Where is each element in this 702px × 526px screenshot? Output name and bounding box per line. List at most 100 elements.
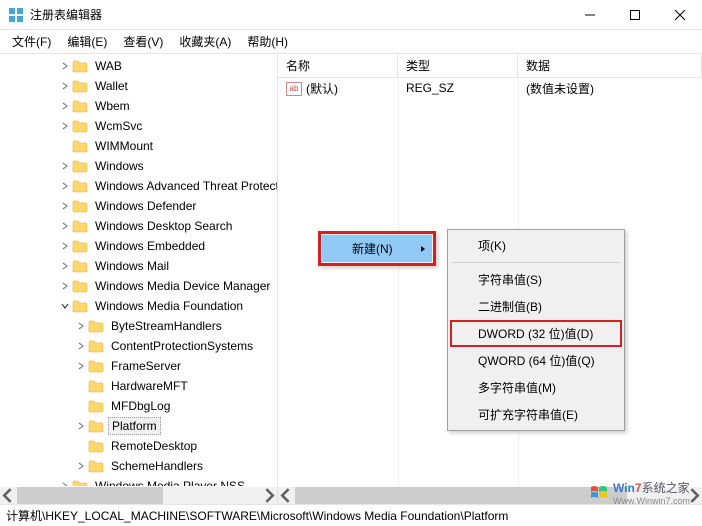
- chevron-down-icon[interactable]: [58, 299, 72, 313]
- value-name-cell: ab(默认): [278, 78, 398, 99]
- chevron-right-icon[interactable]: [74, 419, 88, 433]
- context-item[interactable]: 项(K): [450, 232, 622, 259]
- column-name[interactable]: 名称: [278, 54, 398, 77]
- context-menu-new: 新建(N): [318, 231, 436, 266]
- chevron-right-icon: [74, 379, 88, 393]
- folder-icon: [72, 219, 88, 233]
- tree-item-label: Windows Mail: [92, 258, 172, 274]
- folder-icon: [72, 259, 88, 273]
- chevron-right-icon[interactable]: [74, 319, 88, 333]
- windows-logo-icon: [589, 484, 609, 502]
- tree-item[interactable]: WcmSvc: [0, 116, 277, 136]
- tree-item[interactable]: Windows Embedded: [0, 236, 277, 256]
- tree-item[interactable]: SchemeHandlers: [0, 456, 277, 476]
- context-item[interactable]: DWORD (32 位)值(D): [450, 320, 622, 347]
- context-item[interactable]: 字符串值(S): [450, 266, 622, 293]
- list-body[interactable]: ab(默认) REG_SZ (数值未设置): [278, 78, 702, 98]
- window-controls: [567, 0, 702, 29]
- list-row[interactable]: ab(默认) REG_SZ (数值未设置): [278, 78, 702, 98]
- tree-item[interactable]: Windows Media Player NSS: [0, 476, 277, 486]
- tree-item-label: Platform: [108, 417, 161, 435]
- tree-item[interactable]: WAB: [0, 56, 277, 76]
- tree-item[interactable]: Windows Advanced Threat Protection: [0, 176, 277, 196]
- context-item-new[interactable]: 新建(N): [322, 235, 432, 262]
- chevron-right-icon[interactable]: [58, 199, 72, 213]
- tree-item-label: ContentProtectionSystems: [108, 338, 256, 354]
- tree-item-label: WIMMount: [92, 138, 156, 154]
- tree-item[interactable]: ContentProtectionSystems: [0, 336, 277, 356]
- context-item-label: 新建(N): [352, 242, 393, 256]
- scroll-track[interactable]: [17, 487, 260, 504]
- tree-item[interactable]: Wbem: [0, 96, 277, 116]
- tree-scrollbar-horizontal[interactable]: [0, 487, 277, 504]
- folder-icon: [72, 299, 88, 313]
- context-item[interactable]: QWORD (64 位)值(Q): [450, 347, 622, 374]
- folder-icon: [88, 419, 104, 433]
- tree-item[interactable]: Platform: [0, 416, 277, 436]
- context-item[interactable]: 可扩充字符串值(E): [450, 401, 622, 428]
- tree-item-label: Windows Media Foundation: [92, 298, 246, 314]
- menu-help[interactable]: 帮助(H): [239, 30, 296, 53]
- menu-view[interactable]: 查看(V): [115, 30, 171, 53]
- registry-tree[interactable]: WABWalletWbemWcmSvcWIMMountWindowsWindow…: [0, 54, 277, 486]
- chevron-right-icon[interactable]: [58, 179, 72, 193]
- chevron-right-icon[interactable]: [58, 239, 72, 253]
- chevron-right-icon[interactable]: [58, 259, 72, 273]
- folder-icon: [72, 239, 88, 253]
- scroll-right-button[interactable]: [260, 487, 277, 504]
- chevron-right-icon[interactable]: [74, 359, 88, 373]
- folder-icon: [72, 479, 88, 486]
- tree-item[interactable]: Windows: [0, 156, 277, 176]
- column-data[interactable]: 数据: [518, 54, 702, 77]
- folder-icon: [88, 339, 104, 353]
- chevron-right-icon[interactable]: [58, 219, 72, 233]
- tree-item[interactable]: ByteStreamHandlers: [0, 316, 277, 336]
- tree-item-label: WAB: [92, 58, 125, 74]
- tree-item-label: Windows Media Device Manager: [92, 278, 273, 294]
- watermark-text: Win7系统之家 Www.Winwin7.com: [613, 479, 690, 506]
- tree-item[interactable]: Windows Media Foundation: [0, 296, 277, 316]
- tree-item[interactable]: Windows Desktop Search: [0, 216, 277, 236]
- tree-item[interactable]: Wallet: [0, 76, 277, 96]
- scroll-left-button[interactable]: [278, 487, 295, 504]
- scroll-left-button[interactable]: [0, 487, 17, 504]
- chevron-right-icon[interactable]: [58, 79, 72, 93]
- chevron-right-icon[interactable]: [58, 279, 72, 293]
- menu-file[interactable]: 文件(F): [4, 30, 59, 53]
- tree-item[interactable]: RemoteDesktop: [0, 436, 277, 456]
- scroll-thumb[interactable]: [295, 487, 627, 504]
- chevron-right-icon[interactable]: [58, 479, 72, 486]
- close-button[interactable]: [657, 0, 702, 29]
- chevron-right-icon[interactable]: [58, 159, 72, 173]
- column-divider: [398, 78, 399, 486]
- chevron-right-icon[interactable]: [58, 119, 72, 133]
- maximize-button[interactable]: [612, 0, 657, 29]
- value-data-cell: (数值未设置): [518, 78, 702, 99]
- context-item[interactable]: 多字符串值(M): [450, 374, 622, 401]
- tree-item[interactable]: WIMMount: [0, 136, 277, 156]
- menu-favorites[interactable]: 收藏夹(A): [171, 30, 239, 53]
- watermark: Win7系统之家 Www.Winwin7.com: [589, 479, 690, 506]
- column-type[interactable]: 类型: [398, 54, 518, 77]
- chevron-right-icon[interactable]: [58, 59, 72, 73]
- app-icon: [8, 7, 24, 23]
- value-name: (默认): [306, 82, 338, 96]
- tree-item[interactable]: Windows Media Device Manager: [0, 276, 277, 296]
- tree-item-label: ByteStreamHandlers: [108, 318, 225, 334]
- tree-item[interactable]: FrameServer: [0, 356, 277, 376]
- menu-edit[interactable]: 编辑(E): [59, 30, 115, 53]
- chevron-right-icon[interactable]: [74, 459, 88, 473]
- tree-item[interactable]: Windows Mail: [0, 256, 277, 276]
- tree-item[interactable]: MFDbgLog: [0, 396, 277, 416]
- chevron-right-icon[interactable]: [74, 339, 88, 353]
- tree-item-label: Wbem: [92, 98, 133, 114]
- tree-item-label: Windows Defender: [92, 198, 199, 214]
- context-item[interactable]: 二进制值(B): [450, 293, 622, 320]
- chevron-right-icon[interactable]: [58, 99, 72, 113]
- minimize-button[interactable]: [567, 0, 612, 29]
- scroll-thumb[interactable]: [17, 487, 163, 504]
- tree-item[interactable]: HardwareMFT: [0, 376, 277, 396]
- folder-icon: [72, 279, 88, 293]
- folder-icon: [88, 379, 104, 393]
- tree-item[interactable]: Windows Defender: [0, 196, 277, 216]
